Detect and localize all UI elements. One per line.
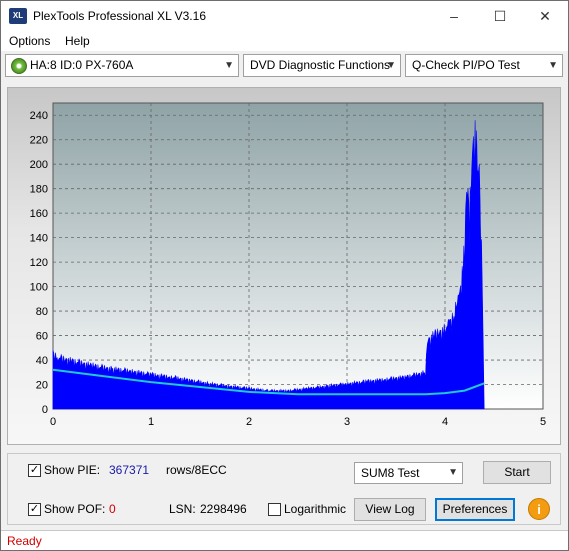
- x-tick-label: 1: [148, 416, 154, 428]
- test-select[interactable]: Q-Check PI/PO Test ▼: [405, 54, 563, 77]
- app-logo-icon: XL: [9, 8, 27, 24]
- y-tick-label: 180: [30, 184, 48, 196]
- y-tick-label: 240: [30, 110, 48, 122]
- show-pie-checkbox[interactable]: ✓: [28, 464, 41, 477]
- window-title: PlexTools Professional XL V3.16: [33, 9, 206, 23]
- x-tick-label: 5: [540, 416, 546, 428]
- lsn-label: LSN:: [169, 502, 196, 516]
- menu-help[interactable]: Help: [65, 34, 90, 48]
- app-window: XL PlexTools Professional XL V3.16 – ☐ ✕…: [0, 0, 569, 551]
- chevron-down-icon: ▼: [386, 60, 396, 71]
- pi-po-chart: 0 1 2 3 4 5 0 20 40 60 80 100 120 140 160 180 200 220 240: [30, 102, 546, 428]
- x-tick-label: 0: [50, 416, 56, 428]
- function-select[interactable]: DVD Diagnostic Functions ▼: [243, 54, 401, 77]
- y-tick-label: 200: [30, 159, 48, 171]
- lsn-value: 2298496: [200, 502, 247, 516]
- y-tick-label: 0: [42, 404, 48, 416]
- menu-options[interactable]: Options: [9, 34, 50, 48]
- test-mode-value: SUM8 Test: [361, 466, 420, 480]
- x-tick-label: 3: [344, 416, 350, 428]
- disc-drive-icon: [11, 58, 27, 74]
- start-button[interactable]: Start: [483, 461, 551, 484]
- pof-value: 0: [109, 502, 116, 516]
- view-log-button[interactable]: View Log: [354, 498, 426, 521]
- y-tick-label: 20: [36, 380, 48, 392]
- pie-value: 367371: [109, 463, 150, 477]
- test-select-value: Q-Check PI/PO Test: [412, 58, 520, 72]
- info-icon[interactable]: i: [528, 498, 550, 520]
- preferences-button[interactable]: Preferences: [435, 498, 515, 521]
- controls-panel: ✓ Show PIE: 367371 rows/8ECC SUM8 Test ▼…: [7, 453, 561, 525]
- status-text: Ready: [7, 534, 42, 548]
- drive-select[interactable]: HA:8 ID:0 PX-760A ▼: [5, 54, 239, 77]
- y-tick-label: 40: [36, 355, 48, 367]
- title-bar: XL PlexTools Professional XL V3.16 – ☐ ✕: [1, 1, 568, 31]
- logarithmic-label: Logarithmic: [284, 502, 347, 516]
- chevron-down-icon: ▼: [548, 60, 558, 71]
- logarithmic-checkbox[interactable]: [268, 503, 281, 516]
- show-pof-label: Show POF:: [44, 502, 106, 516]
- close-button[interactable]: ✕: [522, 1, 568, 31]
- chart-panel: 0 1 2 3 4 5 0 20 40 60 80 100 120 140 160 180 200 220 240: [7, 87, 561, 445]
- toolbar: HA:8 ID:0 PX-760A ▼ DVD Diagnostic Funct…: [1, 53, 568, 79]
- x-tick-label: 4: [442, 416, 448, 428]
- y-tick-label: 160: [30, 208, 48, 220]
- y-tick-label: 140: [30, 233, 48, 245]
- status-bar: Ready: [1, 530, 568, 550]
- chevron-down-icon: ▼: [448, 467, 458, 478]
- y-tick-label: 100: [30, 282, 48, 294]
- minimize-button[interactable]: –: [431, 1, 477, 31]
- menu-bar: Options Help: [1, 31, 568, 51]
- pie-unit: rows/8ECC: [166, 463, 227, 477]
- drive-select-value: HA:8 ID:0 PX-760A: [30, 58, 134, 72]
- y-tick-label: 80: [36, 306, 48, 318]
- y-tick-label: 120: [30, 257, 48, 269]
- show-pie-label: Show PIE:: [44, 463, 101, 477]
- maximize-button[interactable]: ☐: [477, 1, 523, 31]
- show-pof-checkbox[interactable]: ✓: [28, 503, 41, 516]
- function-select-value: DVD Diagnostic Functions: [250, 58, 391, 72]
- test-mode-select[interactable]: SUM8 Test ▼: [354, 462, 463, 484]
- y-tick-label: 220: [30, 135, 48, 147]
- y-tick-label: 60: [36, 331, 48, 343]
- x-tick-label: 2: [246, 416, 252, 428]
- chevron-down-icon: ▼: [224, 60, 234, 71]
